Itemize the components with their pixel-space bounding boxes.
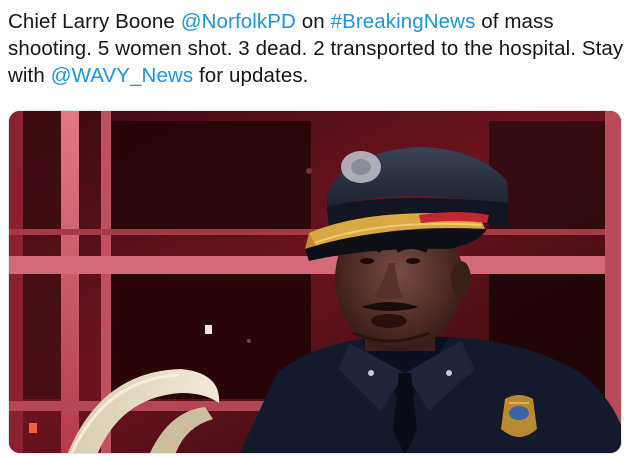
tweet-card: Chief Larry Boone @NorfolkPD on #Breakin… (0, 0, 637, 460)
tweet-text: Chief Larry Boone @NorfolkPD on #Breakin… (8, 8, 628, 89)
mention-link-norfolkpd[interactable]: @NorfolkPD (181, 10, 296, 33)
mention-link-wavy-news[interactable]: @WAVY_News (51, 64, 194, 87)
tweet-text-part: on (295, 10, 331, 33)
tweet-text-part: Chief Larry Boone (8, 10, 181, 33)
tweet-media-video[interactable] (8, 110, 622, 454)
tweet-text-part: for updates. (193, 64, 309, 87)
video-frame-image (9, 111, 621, 453)
hashtag-link-breakingnews[interactable]: #BreakingNews (331, 10, 476, 33)
